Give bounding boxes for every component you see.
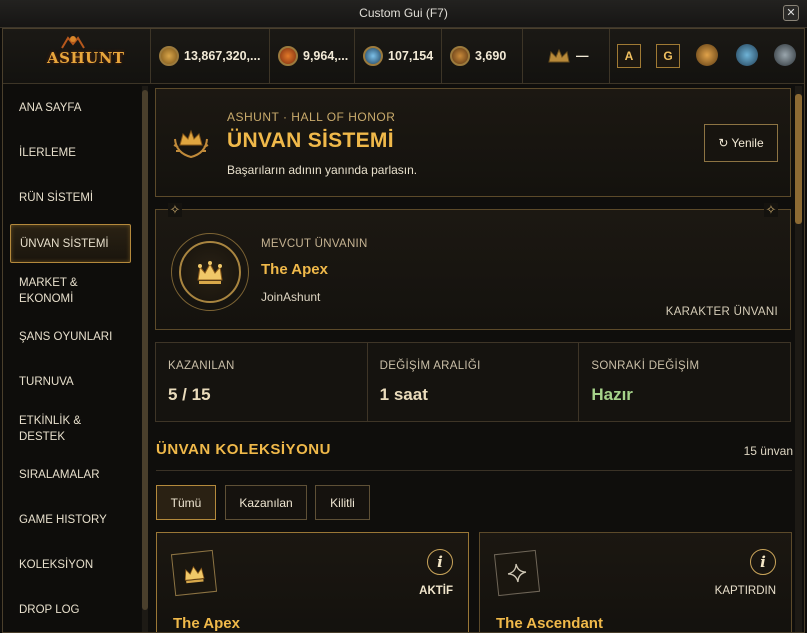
logo-emblem-icon: [61, 36, 85, 49]
chest-icon[interactable]: [696, 44, 718, 66]
window-titlebar: Custom Gui (F7) ✕: [0, 0, 807, 28]
star-coin-icon: [450, 46, 470, 66]
refresh-button[interactable]: ↻ Yenile: [704, 124, 778, 162]
stat-label: DEĞİŞİM ARALIĞI: [379, 360, 481, 372]
stat-interval: DEĞİŞİM ARALIĞI 1 saat: [368, 343, 580, 421]
current-title-badge: [171, 233, 249, 311]
page-subtitle: Başarıların adının yanında parlasın.: [227, 163, 418, 177]
title-icon-frame: [493, 549, 541, 597]
stat-label: KAZANILAN: [168, 360, 235, 372]
sidebar-item-tournament[interactable]: TURNUVA: [10, 374, 131, 390]
scrollbar-thumb[interactable]: [795, 94, 802, 224]
sidebar-scrollbar[interactable]: [142, 86, 148, 632]
refresh-label: Yenile: [731, 136, 764, 150]
collection-title: ÜNVAN KOLEKSİYONU: [156, 441, 331, 458]
corner-star-icon: ✧: [168, 202, 182, 217]
filter-locked[interactable]: Kilitli: [315, 485, 370, 520]
sidebar-item-history[interactable]: GAME HISTORY: [10, 512, 131, 528]
info-icon[interactable]: i: [427, 549, 453, 575]
quick-g-button[interactable]: G: [656, 44, 680, 68]
sidebar-item-title[interactable]: ÜNVAN SİSTEMİ: [10, 224, 131, 263]
resource-blue: 107,154: [356, 29, 442, 83]
sidebar-item-event[interactable]: ETKİNLİK & DESTEK: [10, 413, 100, 445]
title-state: AKTİF: [419, 585, 453, 597]
sidebar-item-collection[interactable]: KOLEKSİYON: [10, 557, 131, 573]
close-icon[interactable]: ✕: [783, 5, 799, 21]
resource-value: 13,867,320,...: [184, 49, 261, 63]
sidebar-item-progress[interactable]: İLERLEME: [10, 145, 131, 161]
globe-icon[interactable]: [736, 44, 758, 66]
title-icon-frame: [170, 549, 218, 597]
resource-value: 3,690: [475, 49, 507, 63]
title-kind: KARAKTER ÜNVANI: [665, 306, 778, 318]
sidebar-item-home[interactable]: ANA SAYFA: [10, 100, 131, 116]
resource-value: 9,964,...: [303, 49, 349, 63]
header-card: ASHUNT · HALL OF HONOR ÜNVAN SİSTEMİ Baş…: [155, 88, 791, 197]
stat-next-change: SONRAKİ DEĞİŞİM Hazır: [579, 343, 790, 421]
logo-text: ASHUNT: [47, 49, 125, 67]
title-name: The Apex: [173, 615, 240, 632]
crown-icon: [184, 565, 205, 584]
window-title: Custom Gui (F7): [359, 6, 448, 20]
refresh-icon: ↻: [718, 136, 729, 150]
current-title-label: MEVCUT ÜNVANIN: [261, 238, 368, 250]
corner-star-icon: ✧: [764, 202, 778, 217]
sparkle-icon: [507, 563, 527, 583]
title-name: The Ascendant: [496, 615, 603, 632]
filter-all[interactable]: Tümü: [156, 485, 216, 520]
resource-value: 107,154: [388, 49, 434, 63]
brand-logo[interactable]: ASHUNT: [3, 29, 151, 83]
info-icon[interactable]: i: [750, 549, 776, 575]
current-title-name: The Apex: [261, 261, 328, 278]
page-title: ÜNVAN SİSTEMİ: [227, 129, 394, 152]
sidebar: ANA SAYFA İLERLEME RÜN SİSTEMİ ÜNVAN SİS…: [3, 84, 141, 632]
crown-icon: [197, 261, 223, 284]
red-coin-icon: [278, 46, 298, 66]
resource-bar: ASHUNT 13,867,320,... 9,964,... 107,154 …: [3, 29, 804, 84]
sidebar-item-market[interactable]: MARKET & EKONOMİ: [10, 275, 100, 307]
stat-value: 5 / 15: [168, 385, 211, 404]
divider: [156, 470, 792, 471]
filter-earned[interactable]: Kazanılan: [225, 485, 307, 520]
stat-label: SONRAKİ DEĞİŞİM: [591, 360, 700, 372]
resource-star: 3,690: [443, 29, 523, 83]
resource-value: —: [576, 49, 589, 63]
crown-rank-icon: [548, 48, 570, 63]
resource-rank: —: [524, 29, 610, 83]
title-card[interactable]: i AKTİF The Apex: [156, 532, 469, 632]
sidebar-item-rankings[interactable]: SIRALAMALAR: [10, 467, 131, 483]
blue-orb-icon: [363, 46, 383, 66]
resource-gold: 13,867,320,...: [152, 29, 270, 83]
collection-count: 15 ünvan: [743, 444, 793, 458]
current-guild: JoinAshunt: [261, 290, 321, 304]
stat-value: Hazır: [591, 385, 633, 404]
stats-row: KAZANILAN 5 / 15 DEĞİŞİM ARALIĞI 1 saat …: [155, 342, 791, 422]
sidebar-item-luck[interactable]: ŞANS OYUNLARI: [10, 329, 131, 345]
gold-coin-icon: [159, 46, 179, 66]
app-frame: ASHUNT 13,867,320,... 9,964,... 107,154 …: [2, 28, 805, 633]
title-card[interactable]: i KAPTIRDIN The Ascendant: [479, 532, 792, 632]
title-state: KAPTIRDIN: [714, 585, 776, 597]
header-eyebrow: ASHUNT · HALL OF HONOR: [227, 110, 396, 124]
sidebar-item-droplog[interactable]: DROP LOG: [10, 602, 131, 618]
scrollbar-thumb[interactable]: [142, 90, 148, 610]
stat-value: 1 saat: [379, 385, 428, 404]
sidebar-item-rune[interactable]: RÜN SİSTEMİ: [10, 190, 131, 206]
main-scrollbar[interactable]: [795, 86, 802, 632]
quick-a-button[interactable]: A: [617, 44, 641, 68]
main-content: ASHUNT · HALL OF HONOR ÜNVAN SİSTEMİ Baş…: [153, 84, 793, 632]
current-title-card: ✧ ✧ MEVCUT ÜNVANIN The Apex JoinAshunt K…: [155, 203, 791, 330]
settings-orb-icon[interactable]: [774, 44, 796, 66]
stat-earned: KAZANILAN 5 / 15: [156, 343, 368, 421]
laurel-crown-icon: [173, 129, 209, 159]
resource-red: 9,964,...: [271, 29, 355, 83]
